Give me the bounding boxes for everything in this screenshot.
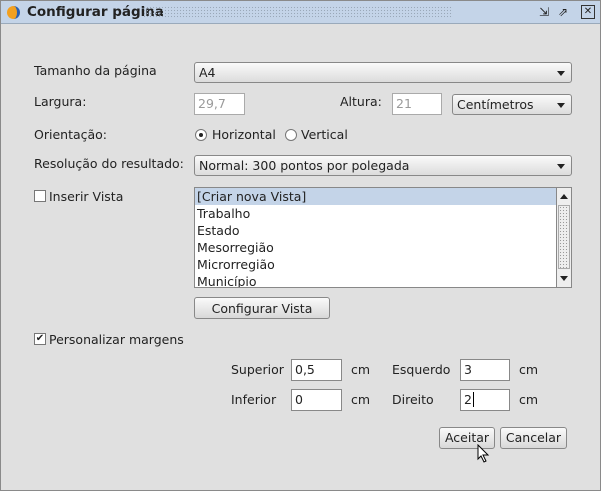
insert-view-label[interactable]: Inserir Vista [49,189,123,204]
list-item[interactable]: [Criar nova Vista] [195,188,571,205]
units-select[interactable]: Centímetros [452,94,572,115]
cm-unit-label: cm [519,392,539,407]
resolution-select[interactable]: Normal: 300 pontos por polegada [194,155,572,176]
page-size-select[interactable]: A4 [194,62,572,83]
title-bar-texture [143,6,453,18]
vertical-scrollbar[interactable] [556,188,571,287]
page-size-value: A4 [199,65,216,80]
direito-field[interactable]: 2 [460,389,510,411]
list-item[interactable]: Mesorregião [195,239,571,256]
view-list[interactable]: [Criar nova Vista] Trabalho Estado Mesor… [194,187,572,288]
inferior-field[interactable]: 0 [291,389,342,411]
horizontal-radio[interactable] [195,129,207,141]
horizontal-label[interactable]: Horizontal [212,127,276,142]
configure-view-button[interactable]: Configurar Vista [194,297,330,319]
vertical-label[interactable]: Vertical [301,127,348,142]
units-value: Centímetros [457,97,534,112]
custom-margins-checkbox[interactable]: ✔ [34,333,46,345]
resolution-label: Resolução do resultado: [34,156,184,171]
app-logo-icon [7,6,20,19]
text-cursor [472,392,474,407]
direito-label: Direito [392,392,434,407]
orientation-label: Orientação: [34,127,108,142]
cm-unit-label: cm [351,362,371,377]
direito-value: 2 [464,392,472,407]
mouse-cursor-icon [477,444,490,463]
list-item[interactable]: Microrregião [195,256,571,273]
list-item[interactable]: Município [195,273,571,287]
inferior-label: Inferior [231,392,277,407]
scroll-down-icon[interactable] [560,276,568,281]
chevron-down-icon [557,103,565,108]
minimize-icon[interactable]: ⇲ [537,5,551,19]
superior-field[interactable]: 0,5 [291,359,342,381]
resolution-value: Normal: 300 pontos por polegada [199,158,410,173]
title-bar[interactable]: Configurar página ⇲ ⇗ ✕ [1,1,600,24]
maximize-icon[interactable]: ⇗ [556,5,570,19]
esquerdo-field[interactable]: 3 [460,359,510,381]
page-size-label: Tamanho da página [34,63,157,78]
page-setup-dialog: Configurar página ⇲ ⇗ ✕ Tamanho da págin… [0,0,601,491]
custom-margins-label[interactable]: Personalizar margens [49,332,184,347]
list-item[interactable]: Trabalho [195,205,571,222]
insert-view-checkbox[interactable] [34,190,46,202]
height-label: Altura: [340,94,382,109]
scroll-thumb[interactable] [558,205,570,269]
superior-label: Superior [231,362,284,377]
esquerdo-label: Esquerdo [392,362,451,377]
width-field[interactable]: 29,7 [194,93,245,115]
width-label: Largura: [34,94,87,109]
vertical-radio[interactable] [285,129,297,141]
height-field[interactable]: 21 [392,93,442,115]
cancel-button[interactable]: Cancelar [500,427,567,449]
chevron-down-icon [557,164,565,169]
cm-unit-label: cm [519,362,539,377]
chevron-down-icon [557,71,565,76]
list-item[interactable]: Estado [195,222,571,239]
cm-unit-label: cm [351,392,371,407]
close-icon[interactable]: ✕ [581,5,595,19]
scroll-up-icon[interactable] [560,194,568,199]
